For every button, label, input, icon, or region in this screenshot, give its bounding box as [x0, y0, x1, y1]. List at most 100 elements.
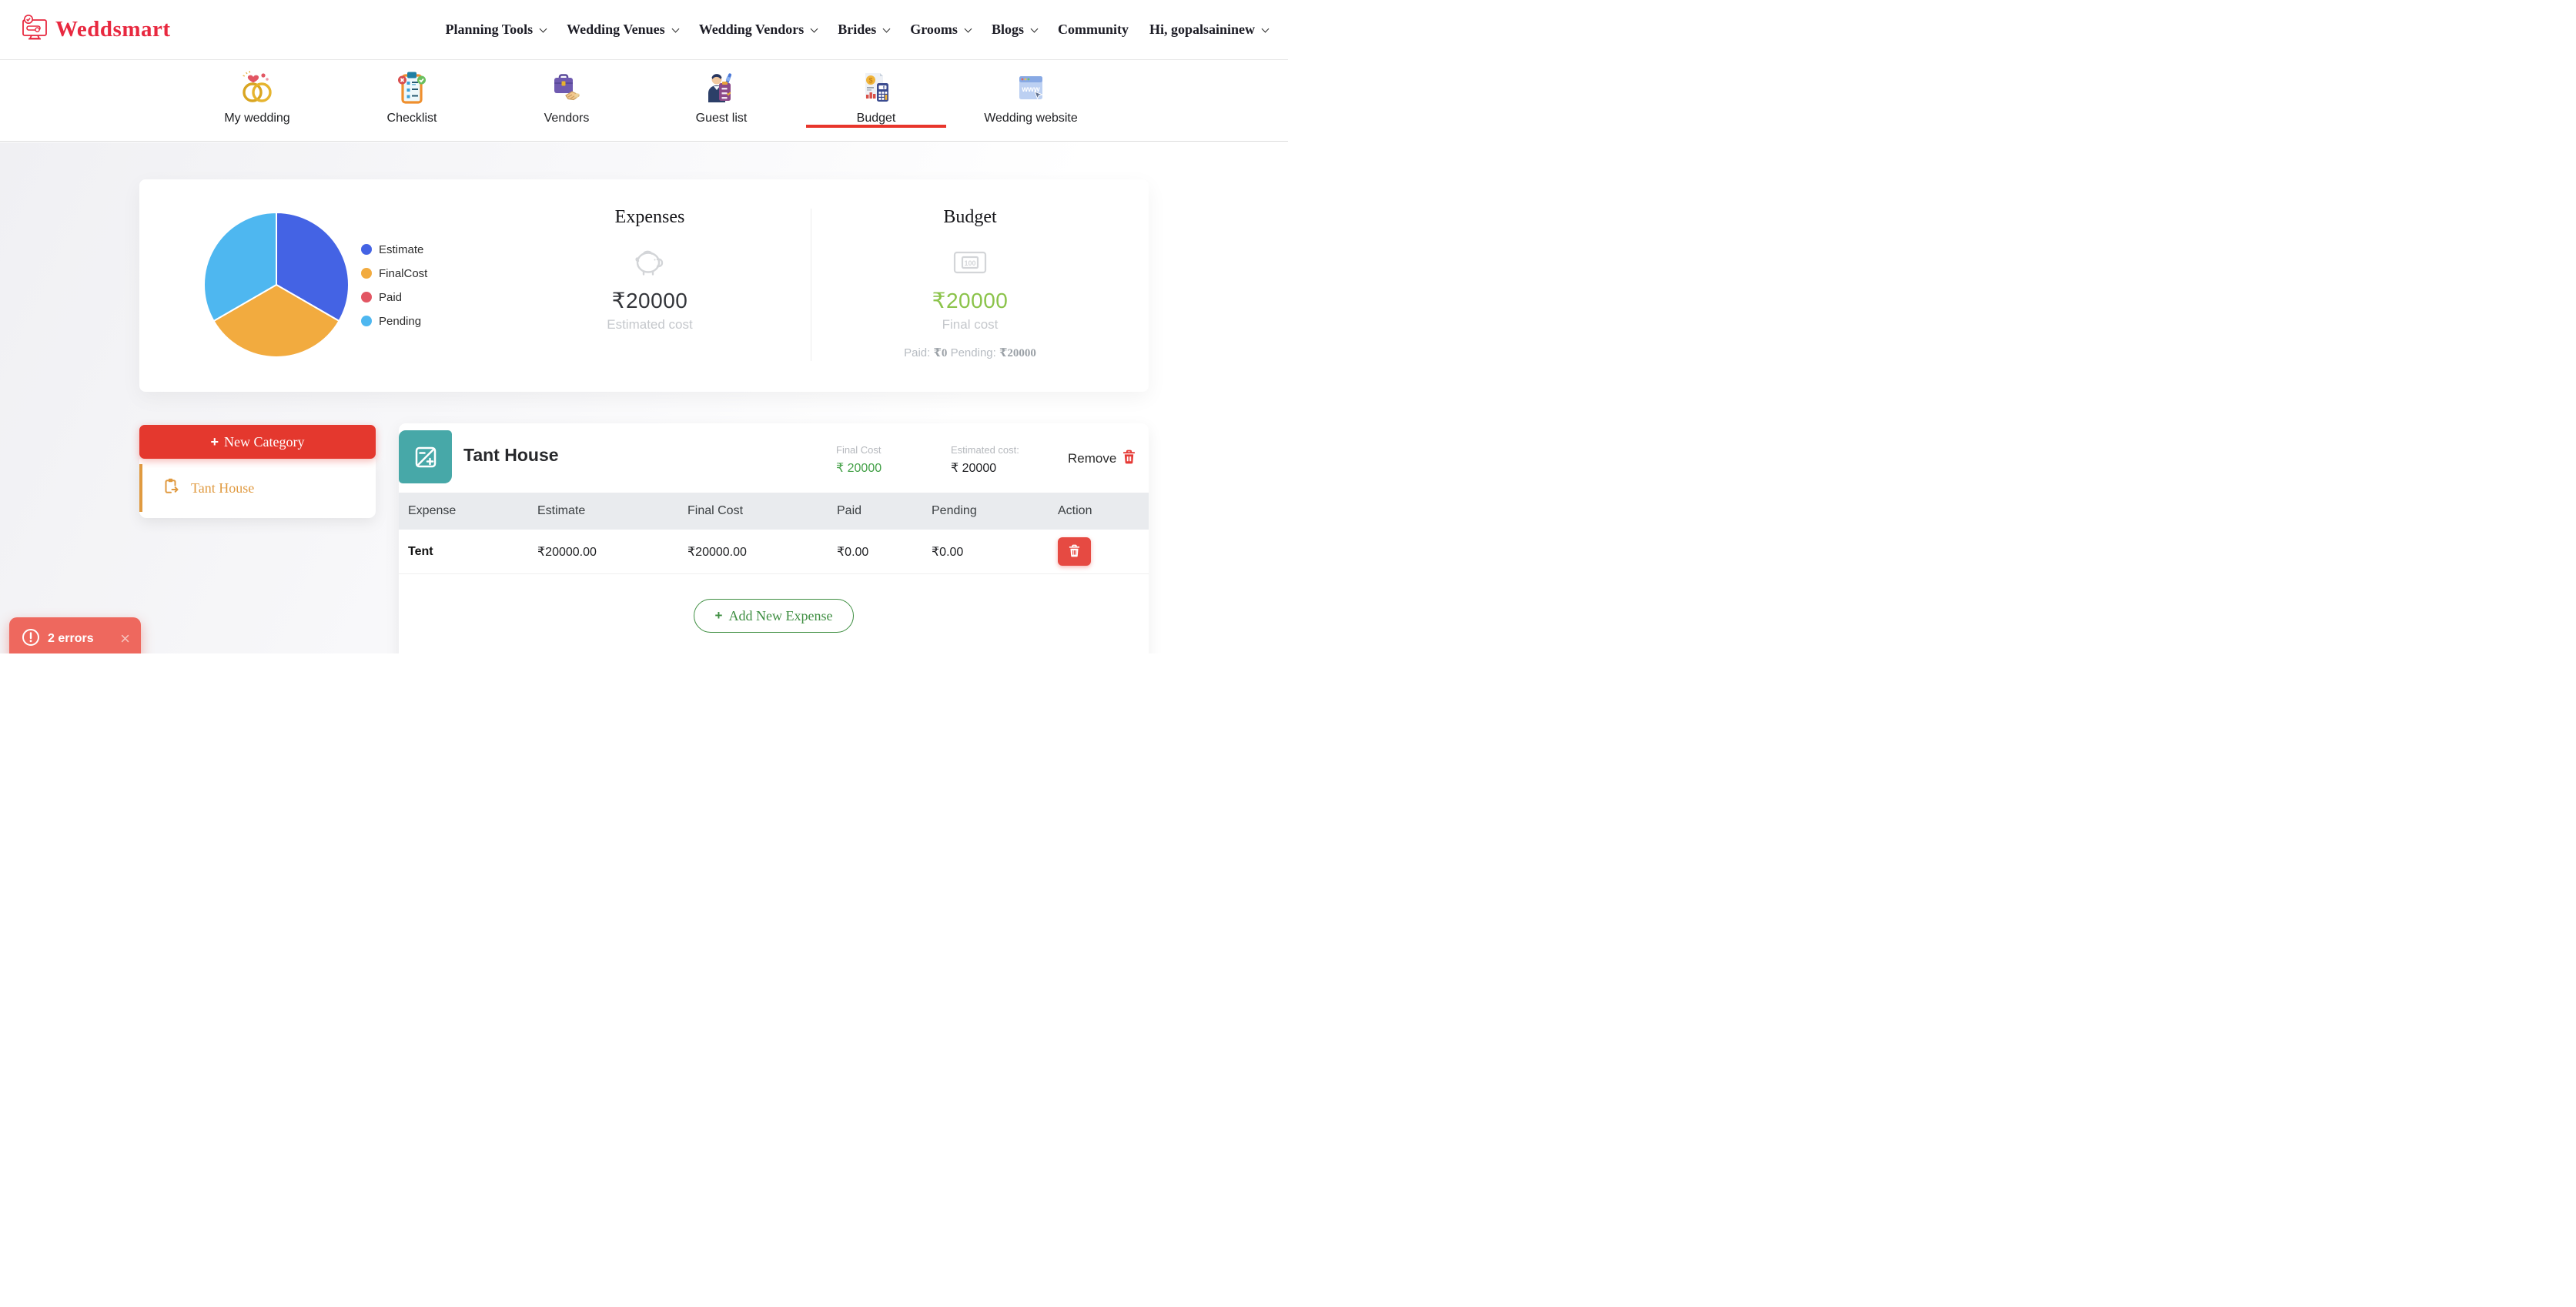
user-menu[interactable]: Hi, gopalsaininew	[1149, 22, 1268, 38]
budget-calculator-icon: $ 0	[858, 70, 894, 105]
trash-icon	[1069, 544, 1080, 560]
expense-pending: ₹0.00	[932, 544, 1058, 560]
paid-pending-summary: Paid: ₹0 Pending: ₹20000	[874, 346, 1066, 360]
expense-paid: ₹0.00	[837, 544, 932, 560]
active-tab-underline	[806, 125, 946, 128]
legend-item-paid[interactable]: Paid	[361, 292, 427, 303]
final-cost-block: Final Cost ₹ 20000	[836, 444, 882, 476]
expense-table: Expense Estimate Final Cost Paid Pending…	[399, 493, 1149, 574]
category-panel: +New Category Tant House	[139, 425, 376, 518]
legend-dot	[361, 244, 372, 255]
expenses-amount: ₹20000	[573, 288, 727, 313]
category-item-tant-house[interactable]: Tant House	[139, 464, 376, 512]
estimated-cost-label: Estimated cost:	[951, 444, 1019, 456]
legend-item-finalcost[interactable]: FinalCost	[361, 268, 427, 279]
tab-wedding-website[interactable]: www Wedding website	[954, 60, 1109, 141]
budget-overview-card: Estimate FinalCost Paid Pending Expenses	[139, 179, 1149, 392]
expenses-summary: Expenses ₹20000 Estimated cost	[573, 207, 727, 333]
paid-value: ₹0	[933, 347, 947, 359]
add-new-expense-button[interactable]: + Add New Expense	[694, 599, 855, 633]
chevron-down-icon	[1262, 25, 1270, 33]
svg-text:$: $	[868, 77, 872, 85]
checklist-icon	[394, 70, 430, 105]
legend-dot	[361, 268, 372, 279]
chevron-down-icon	[964, 25, 972, 33]
budget-content: Estimate FinalCost Paid Pending Expenses	[0, 142, 1288, 654]
website-icon: www	[1013, 70, 1049, 105]
error-alert-icon	[22, 628, 40, 650]
nav-community[interactable]: Community	[1058, 22, 1129, 38]
expense-name: Tent	[408, 545, 537, 559]
nav-brides[interactable]: Brides	[838, 22, 889, 38]
tab-my-wedding[interactable]: My wedding	[180, 60, 335, 141]
nav-grooms[interactable]: Grooms	[910, 22, 971, 38]
nav-wedding-vendors[interactable]: Wedding Vendors	[699, 22, 818, 38]
pie-legend: Estimate FinalCost Paid Pending	[361, 244, 427, 326]
tab-label: Guest list	[696, 112, 748, 125]
final-cost-label: Final Cost	[836, 444, 882, 456]
nav-blogs[interactable]: Blogs	[992, 22, 1037, 38]
budget-page: Weddsmart Planning Tools Wedding Venues …	[0, 0, 1288, 654]
brand-name: Weddsmart	[55, 17, 171, 42]
chevron-down-icon	[540, 25, 547, 33]
category-expense-card: Tant House Final Cost ₹ 20000 Estimated …	[399, 423, 1149, 654]
expense-estimate: ₹20000.00	[537, 544, 687, 560]
tab-guest-list[interactable]: Guest list	[644, 60, 799, 141]
chevron-down-icon	[1031, 25, 1039, 33]
expenses-title: Expenses	[573, 207, 727, 228]
budget-summary: Budget 100 ₹20000 Final cost Paid: ₹0 Pe…	[874, 207, 1066, 360]
main-navigation: Planning Tools Wedding Venues Wedding Ve…	[446, 22, 1268, 38]
error-toast: 2 errors ×	[9, 617, 141, 654]
budget-title: Budget	[874, 207, 1066, 228]
tab-label: Wedding website	[984, 112, 1078, 125]
banknote-icon: 100	[874, 246, 1066, 279]
plus-icon: +	[211, 434, 219, 450]
category-list: Tant House	[139, 459, 376, 518]
close-icon[interactable]: ×	[120, 630, 130, 647]
vendors-icon	[549, 70, 584, 105]
category-card-title: Tant House	[463, 445, 559, 466]
weddsmart-logo-icon	[20, 14, 49, 45]
legend-item-estimate[interactable]: Estimate	[361, 244, 427, 255]
tab-budget[interactable]: $ 0 Budget	[799, 60, 954, 141]
planning-tabs: My wedding Checklist	[0, 59, 1288, 142]
budget-caption: Final cost	[874, 317, 1066, 333]
expense-table-header: Expense Estimate Final Cost Paid Pending…	[399, 493, 1149, 530]
budget-amount: ₹20000	[874, 288, 1066, 313]
guest-list-icon	[704, 70, 739, 105]
legend-item-pending[interactable]: Pending	[361, 316, 427, 326]
chevron-down-icon	[671, 25, 679, 33]
category-badge-icon	[399, 430, 452, 483]
category-name: Tant House	[191, 480, 254, 496]
top-navigation-bar: Weddsmart Planning Tools Wedding Venues …	[0, 0, 1288, 59]
wedding-rings-icon	[239, 70, 275, 105]
svg-text:100: 100	[964, 259, 975, 267]
chevron-down-icon	[811, 25, 818, 33]
tab-vendors[interactable]: Vendors	[490, 60, 644, 141]
chevron-down-icon	[883, 25, 891, 33]
nav-wedding-venues[interactable]: Wedding Venues	[567, 22, 678, 38]
weddsmart-logo[interactable]: Weddsmart	[20, 14, 171, 45]
add-expense-row: + Add New Expense	[399, 599, 1149, 633]
delete-expense-button[interactable]	[1058, 537, 1091, 566]
new-category-button[interactable]: +New Category	[139, 425, 376, 459]
tab-label: Budget	[857, 112, 896, 125]
legend-dot	[361, 292, 372, 303]
expense-table-row: Tent ₹20000.00 ₹20000.00 ₹0.00 ₹0.00	[399, 530, 1149, 574]
estimated-cost-value: ₹ 20000	[951, 460, 1019, 476]
piggy-bank-icon	[573, 246, 727, 279]
error-toast-message: 2 errors	[48, 632, 94, 646]
plus-icon: +	[715, 608, 723, 623]
nav-planning-tools[interactable]: Planning Tools	[446, 22, 547, 38]
tab-label: Vendors	[544, 112, 590, 125]
clipboard-export-icon	[162, 477, 180, 499]
expense-final-cost: ₹20000.00	[687, 544, 837, 560]
remove-category-button[interactable]: Remove	[1068, 450, 1136, 468]
tab-label: Checklist	[387, 112, 437, 125]
expenses-caption: Estimated cost	[573, 317, 727, 333]
trash-icon	[1122, 450, 1136, 468]
tab-label: My wedding	[224, 112, 289, 125]
budget-pie-chart	[202, 211, 350, 359]
tab-checklist[interactable]: Checklist	[335, 60, 490, 141]
legend-dot	[361, 316, 372, 326]
